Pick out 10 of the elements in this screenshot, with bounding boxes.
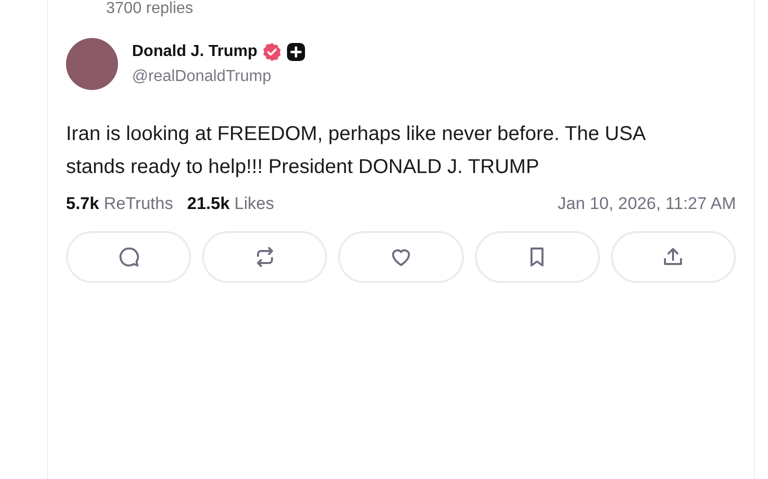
stat-link[interactable]: 21.5k Likes <box>187 194 274 214</box>
post-timestamp: Jan 10, 2026, 11:27 AM <box>558 194 736 214</box>
plus-badge-icon <box>287 43 306 61</box>
reply-icon <box>116 245 141 269</box>
stat-link[interactable]: 5.7k ReTruths <box>66 194 174 214</box>
author-handle[interactable]: @realDonaldTrump <box>132 68 306 86</box>
post-text: Iran is looking at FREEDOM, perhaps like never before. The USA stands ready to help!!! President DONALD J. TRUMP <box>66 122 646 180</box>
avatar-placeholder[interactable] <box>66 38 118 90</box>
author-name[interactable]: Donald J. Trump <box>132 43 258 61</box>
replies-count[interactable]: 3700 replies <box>106 0 736 18</box>
